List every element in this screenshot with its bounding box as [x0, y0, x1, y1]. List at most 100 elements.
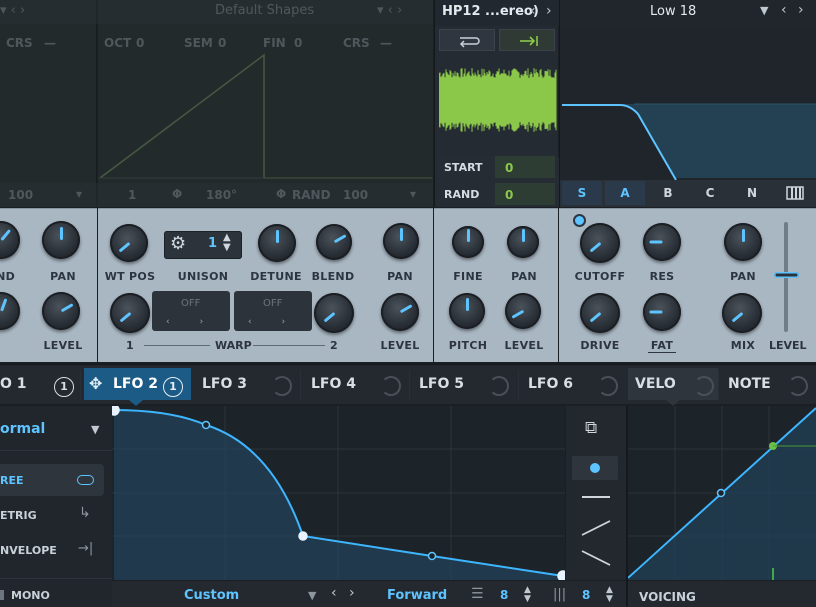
param-oct-value[interactable]: 0	[136, 36, 144, 50]
start-field[interactable]	[495, 156, 555, 178]
rand-value: 0	[505, 188, 514, 202]
filter-button-c[interactable]: C	[690, 181, 730, 205]
lfo-preset-dropdown-icon[interactable]: ▼	[308, 589, 316, 602]
tab-velo[interactable]: VELO	[635, 376, 676, 392]
osc-level-value[interactable]: 100	[8, 188, 33, 202]
osc-unison-value[interactable]: 1	[128, 188, 136, 202]
tab-lfo-5[interactable]: LFO 5	[419, 376, 464, 392]
lfo-point[interactable]	[298, 531, 308, 541]
knob-res[interactable]	[643, 223, 681, 261]
lfo-point[interactable]	[201, 420, 211, 430]
noise-next-icon[interactable]: ›	[546, 3, 552, 19]
knob-detune[interactable]	[258, 224, 296, 262]
tab-note[interactable]: NOTE	[728, 376, 771, 392]
mono-label: MONO	[11, 589, 50, 602]
lfo-shape-editor[interactable]	[112, 406, 565, 580]
osc-dropdown-icon[interactable]: ▾	[76, 187, 82, 201]
filter-button-n[interactable]: N	[732, 181, 772, 205]
filter-type[interactable]: Low 18	[650, 4, 696, 19]
warp-1-label: 1	[126, 339, 134, 352]
param-crs2-value[interactable]: —	[380, 36, 392, 50]
gear-icon[interactable]: ⚙	[170, 233, 186, 254]
wavetable-name[interactable]: Default Shapes	[215, 3, 314, 18]
param-crs-value[interactable]: —	[44, 36, 56, 50]
filter-next-icon[interactable]: ›	[798, 2, 804, 18]
filter-button-a[interactable]: A	[605, 181, 645, 205]
filter-dropdown-icon[interactable]: ▼	[760, 4, 768, 17]
keytrack-button[interactable]	[775, 181, 815, 205]
knob-level-a[interactable]	[42, 292, 80, 330]
steps-spin-icon[interactable]: ▲ ▼	[606, 586, 613, 604]
ramp-down-icon[interactable]	[580, 548, 612, 568]
lfo-preset-next-icon[interactable]: ›	[349, 585, 355, 601]
lfo-point[interactable]	[557, 570, 565, 580]
knob-mix[interactable]	[722, 293, 762, 333]
mono-checkbox[interactable]	[0, 590, 4, 600]
osc-header-chevron[interactable]: ▾ ‹ ›	[0, 3, 25, 18]
warp-1-nav-icon[interactable]: ‹›	[166, 317, 233, 327]
tab-separator	[518, 370, 519, 400]
lfo-point[interactable]	[427, 551, 437, 561]
knob-level-c[interactable]	[505, 293, 541, 329]
param-fin-value[interactable]: 0	[294, 36, 302, 50]
level-d-slider-handle[interactable]	[774, 272, 799, 278]
knob-blend[interactable]	[316, 224, 352, 260]
osc-rand-value[interactable]: 100	[343, 188, 368, 202]
grid-spin-icon[interactable]: ▲ ▼	[524, 586, 531, 604]
filter-button-s[interactable]: S	[562, 181, 602, 205]
tab-lfo-1[interactable]: O 1	[0, 376, 27, 392]
noise-title[interactable]: HP12 ...ereo)	[442, 4, 539, 19]
fat-underline	[648, 352, 676, 353]
warp-2-label: 2	[330, 339, 338, 352]
filter-prev-icon[interactable]: ‹	[781, 2, 787, 18]
knob-warp-1[interactable]	[110, 293, 150, 333]
rand-field[interactable]	[495, 183, 555, 205]
lfo-mode-dropdown[interactable]: ormal	[0, 421, 45, 437]
knob-pan-d[interactable]	[724, 223, 762, 261]
one-shot-button[interactable]	[499, 29, 555, 51]
lfo-preset-prev-icon[interactable]: ‹	[331, 585, 337, 601]
lfo-option-envelope[interactable]: NVELOPE	[0, 544, 57, 557]
noise-prev-icon[interactable]: ‹	[530, 3, 536, 19]
knob-level-b[interactable]	[381, 293, 419, 331]
flat-line-icon[interactable]	[582, 496, 610, 498]
osc-phase-value[interactable]: 180°	[206, 188, 237, 202]
knob-wt-pos[interactable]	[110, 224, 148, 262]
knob-drive[interactable]	[580, 293, 620, 333]
knob-pitch[interactable]	[449, 293, 485, 329]
tab-lfo-3[interactable]: LFO 3	[202, 376, 247, 392]
knob-pan-b[interactable]	[383, 223, 419, 259]
steps-value[interactable]: 8	[582, 588, 590, 602]
lfo-mode-dropdown-icon[interactable]: ▼	[91, 423, 99, 436]
unison-spin-icon[interactable]: ▲ ▼	[223, 233, 231, 253]
lfo-point[interactable]	[112, 406, 120, 416]
knob-cutoff[interactable]	[580, 223, 620, 263]
knob-fat[interactable]	[643, 293, 681, 331]
drag-move-icon[interactable]: ✥	[89, 374, 102, 393]
knob-pan-c[interactable]	[507, 226, 539, 258]
knob-fine[interactable]	[452, 226, 484, 258]
param-sem-value[interactable]: 0	[218, 36, 226, 50]
tab-separator	[80, 370, 81, 400]
param-crs-label: CRS	[6, 36, 33, 50]
tab-lfo-2[interactable]: LFO 2	[113, 376, 158, 392]
knob-warp-2[interactable]	[314, 293, 354, 333]
grid-value[interactable]: 8	[500, 588, 508, 602]
lfo-preset-dropdown[interactable]: Custom	[184, 588, 239, 603]
tab-lfo-4[interactable]: LFO 4	[311, 376, 356, 392]
filter-button-b[interactable]: B	[648, 181, 688, 205]
osc-bottom-dropdown-icon[interactable]: ▾	[410, 187, 416, 201]
velo-point[interactable]	[716, 488, 726, 498]
wavetable-nav[interactable]: ▾ ‹ ›	[377, 3, 402, 18]
mod-source-handle[interactable]	[573, 214, 586, 227]
tab-lfo-6[interactable]: LFO 6	[528, 376, 573, 392]
export-icon[interactable]: ⧉	[585, 418, 597, 438]
loop-button[interactable]	[439, 29, 495, 51]
knob-pan-a[interactable]	[42, 221, 80, 259]
velocity-curve-editor[interactable]	[628, 406, 816, 580]
warp-2-nav-icon[interactable]: ‹›	[248, 317, 315, 327]
lfo-option-retrig[interactable]: ETRIG	[0, 509, 37, 522]
rand-label: RAND	[444, 188, 480, 201]
ramp-up-icon[interactable]	[580, 518, 612, 538]
lfo-direction-dropdown[interactable]: Forward	[387, 588, 447, 603]
